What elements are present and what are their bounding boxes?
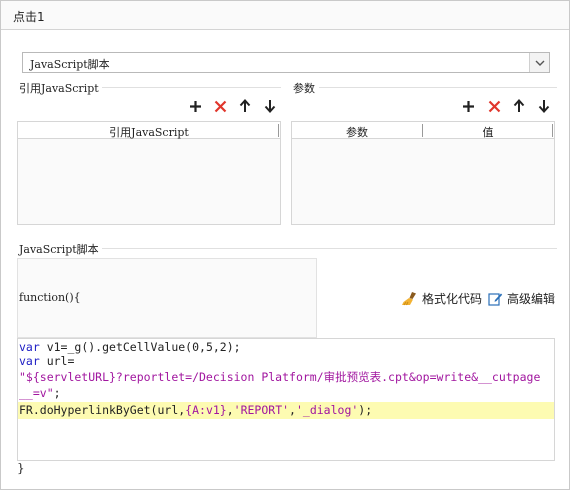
code-text: v1=_g().getCellValue(0,5,2); xyxy=(39,340,241,354)
params-delete-button[interactable] xyxy=(485,97,503,115)
code-line-2: var url= xyxy=(18,353,74,370)
refs-table-header: 引用JavaScript xyxy=(18,122,280,139)
code-text: FR.doHyperlinkByGet(url, xyxy=(19,403,186,417)
plus-icon xyxy=(462,100,474,112)
advanced-edit-button[interactable]: 高级编辑 xyxy=(488,290,555,307)
refs-delete-button[interactable] xyxy=(211,97,229,115)
refs-section-label: 引用JavaScript xyxy=(19,80,102,96)
dialog-frame: 点击1 JavaScript脚本 引用JavaScript 引用JavaScri… xyxy=(0,0,570,490)
red-x-icon xyxy=(488,100,500,112)
column-separator xyxy=(278,124,279,137)
edit-icon xyxy=(488,293,503,306)
refs-divider xyxy=(101,87,281,88)
params-section-label: 参数 xyxy=(293,80,318,96)
broom-icon xyxy=(402,292,416,306)
format-code-button[interactable]: 格式化代码 xyxy=(401,290,482,307)
code-editor[interactable]: var v1=_g().getCellValue(0,5,2); var url… xyxy=(17,338,555,461)
code-string: 'REPORT' xyxy=(233,403,290,417)
chevron-down-icon[interactable] xyxy=(529,53,549,72)
code-string: "${servletURL}?reportlet=/Decision Platf… xyxy=(19,370,541,384)
refs-column-header[interactable]: 引用JavaScript xyxy=(18,124,280,140)
params-table-header: 参数 值 xyxy=(292,122,554,139)
format-code-label: 格式化代码 xyxy=(422,292,483,306)
code-line-3: "${servletURL}?reportlet=/Decision Platf… xyxy=(18,369,540,386)
arrow-up-icon xyxy=(513,99,525,112)
refs-add-button[interactable] xyxy=(186,97,204,115)
refs-move-up-button[interactable] xyxy=(236,97,254,115)
advanced-edit-label: 高级编辑 xyxy=(507,292,556,306)
params-column-name[interactable]: 参数 xyxy=(292,124,422,140)
arrow-up-icon xyxy=(239,99,251,112)
code-keyword: var xyxy=(19,354,40,368)
code-line-5-current: FR.doHyperlinkByGet(url,{A:v1},'REPORT',… xyxy=(18,402,554,419)
script-section-label: JavaScript脚本 xyxy=(19,241,102,257)
code-keyword: var xyxy=(19,340,40,354)
script-type-value: JavaScript脚本 xyxy=(30,58,110,71)
params-move-up-button[interactable] xyxy=(510,97,528,115)
script-type-select[interactable]: JavaScript脚本 xyxy=(22,52,550,73)
code-string: __=v" xyxy=(19,386,54,400)
params-divider xyxy=(319,87,557,88)
column-separator xyxy=(552,124,553,137)
title-bar: 点击1 xyxy=(1,1,569,30)
code-text: ; xyxy=(53,386,61,400)
plus-icon xyxy=(189,100,201,112)
params-add-button[interactable] xyxy=(459,97,477,115)
script-divider xyxy=(101,248,557,249)
function-header-box: function(){ xyxy=(17,258,317,338)
code-string: {A:v1} xyxy=(185,403,227,417)
code-string: '_dialog' xyxy=(295,403,359,417)
window-title: 点击1 xyxy=(13,10,45,24)
code-text: , xyxy=(289,403,296,417)
code-line-4: __=v"; xyxy=(18,385,61,402)
function-closing-brace: } xyxy=(17,461,25,475)
params-move-down-button[interactable] xyxy=(535,97,553,115)
code-text: ); xyxy=(358,403,373,417)
code-text: , xyxy=(226,403,234,417)
red-x-icon xyxy=(214,100,226,112)
function-header: function(){ xyxy=(19,291,81,304)
code-text: url= xyxy=(39,354,75,368)
refs-move-down-button[interactable] xyxy=(261,97,279,115)
refs-table[interactable]: 引用JavaScript xyxy=(17,121,281,225)
arrow-down-icon xyxy=(538,100,550,113)
params-column-value[interactable]: 值 xyxy=(423,124,553,140)
arrow-down-icon xyxy=(264,100,276,113)
params-table[interactable]: 参数 值 xyxy=(291,121,555,225)
